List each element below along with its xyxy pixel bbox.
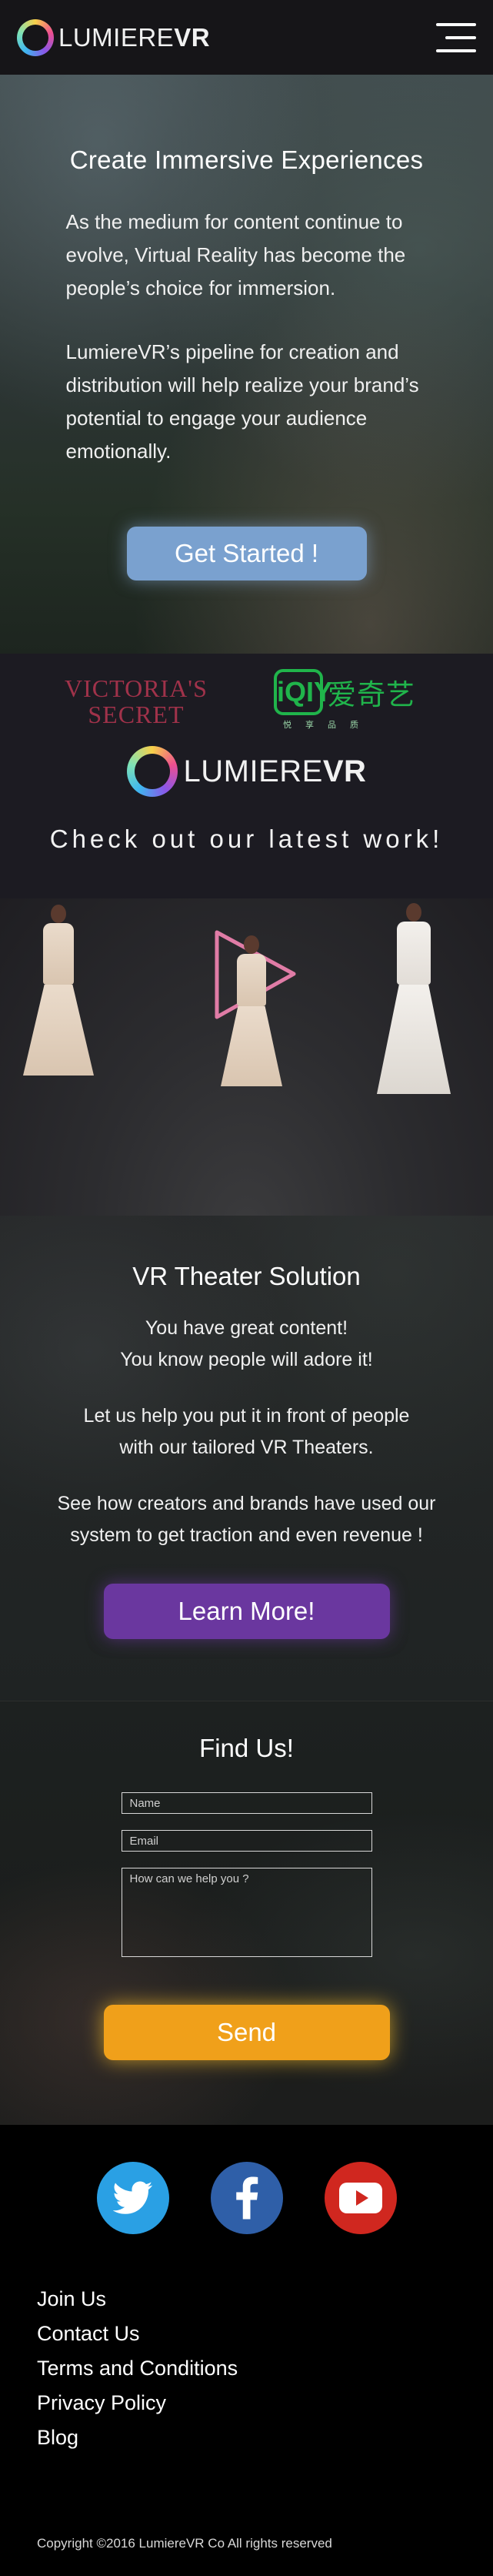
footer-link-contact-us[interactable]: Contact Us xyxy=(37,2317,493,2351)
footer-link-blog[interactable]: Blog xyxy=(37,2420,493,2455)
message-field[interactable] xyxy=(121,1868,372,1957)
send-button[interactable]: Send xyxy=(103,2005,390,2060)
partners-section: VICTORIA'S SECRET iQIY 爱奇艺 悦享品质 LUMIEREV… xyxy=(0,654,493,1216)
contact-form xyxy=(121,1792,372,1957)
theater-line-2: You know people will adore it! xyxy=(120,1349,373,1370)
site-footer: Join Us Contact Us Terms and Conditions … xyxy=(0,2125,493,2576)
figure-left xyxy=(23,905,94,1076)
footer-link-terms[interactable]: Terms and Conditions xyxy=(37,2351,493,2386)
figure-center xyxy=(217,935,286,1086)
victorias-secret-logo: VICTORIA'S SECRET xyxy=(65,674,208,728)
copyright-text: Copyright ©2016 LumiereVR Co All rights … xyxy=(37,2536,332,2551)
vr-theater-section: VR Theater Solution You have great conte… xyxy=(0,1216,493,1701)
iqiyi-logo: iQIY 爱奇艺 悦享品质 xyxy=(274,669,415,731)
facebook-f-icon[interactable] xyxy=(210,2162,283,2234)
site-header: LUMIEREVR xyxy=(0,0,493,75)
latest-work-heading: Check out our latest work! xyxy=(49,825,444,853)
hero-section: Create Immersive Experiences As the medi… xyxy=(0,75,493,654)
theater-line-4: with our tailored VR Theaters. xyxy=(119,1437,374,1458)
partner-logos: VICTORIA'S SECRET iQIY 爱奇艺 悦享品质 xyxy=(0,654,493,737)
theater-line-5: See how creators and brands have used ou… xyxy=(57,1493,436,1514)
social-links xyxy=(0,2125,493,2234)
twitter-bird-icon[interactable] xyxy=(96,2162,169,2234)
contact-section: Find Us! Send xyxy=(0,1701,493,2125)
hamburger-menu-icon[interactable] xyxy=(436,22,476,52)
theater-line-3: Let us help you put it in front of peopl… xyxy=(83,1405,410,1427)
theater-title: VR Theater Solution xyxy=(132,1262,361,1290)
learn-more-button[interactable]: Learn More! xyxy=(103,1584,390,1639)
footer-links: Join Us Contact Us Terms and Conditions … xyxy=(0,2282,493,2455)
get-started-button[interactable]: Get Started ! xyxy=(126,527,367,580)
footer-link-privacy[interactable]: Privacy Policy xyxy=(37,2386,493,2420)
hero-paragraph-1: As the medium for content continue to ev… xyxy=(65,210,406,299)
hero-title: Create Immersive Experiences xyxy=(69,146,424,174)
lumierevr-logo-large: LUMIEREVR xyxy=(0,744,493,798)
hero-paragraph-2: LumiereVR’s pipeline for creation and di… xyxy=(65,340,419,463)
theater-line-1: You have great content! xyxy=(145,1317,348,1339)
email-field[interactable] xyxy=(121,1830,372,1852)
theater-line-6: system to get traction and even revenue … xyxy=(70,1524,423,1546)
figure-right xyxy=(377,903,451,1094)
logo-ring-icon xyxy=(126,746,178,797)
video-preview[interactable] xyxy=(0,898,493,1216)
youtube-play-icon[interactable] xyxy=(324,2162,397,2234)
footer-link-join-us[interactable]: Join Us xyxy=(37,2282,493,2317)
lumierevr-logo[interactable]: LUMIEREVR xyxy=(17,18,211,56)
contact-title: Find Us! xyxy=(199,1734,294,1762)
name-field[interactable] xyxy=(121,1792,372,1814)
logo-text: LUMIEREVR xyxy=(58,22,211,52)
logo-ring-icon xyxy=(17,18,54,56)
